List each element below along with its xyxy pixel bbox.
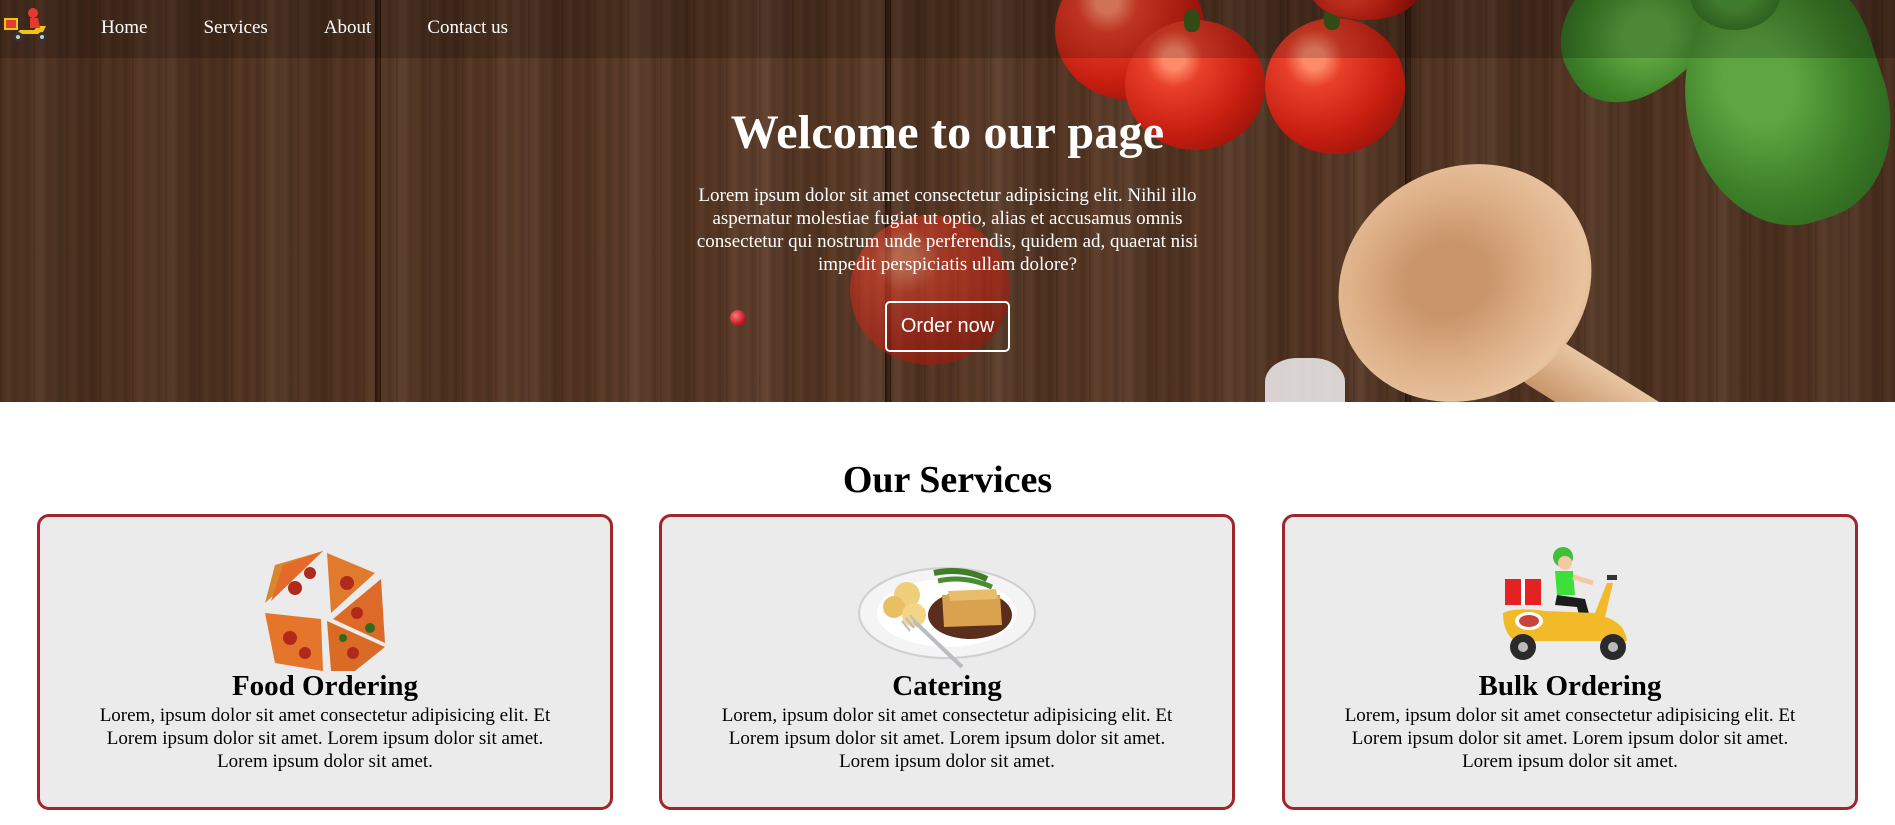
- service-card-text: Lorem, ipsum dolor sit amet consectetur …: [1344, 705, 1796, 772]
- hero-description: Lorem ipsum dolor sit amet consectetur a…: [696, 185, 1199, 275]
- services-cards: Food Ordering Lorem, ipsum dolor sit ame…: [37, 514, 1859, 810]
- catering-plate-image: [858, 567, 1036, 669]
- order-now-button[interactable]: Order now: [884, 301, 1011, 352]
- delivery-scooter-image: [1503, 547, 1627, 660]
- service-card-title: Catering: [892, 670, 1002, 702]
- pizza-slices-image: [265, 551, 385, 671]
- nav-links: Home Services About Contact us: [101, 0, 564, 55]
- service-card-bulk-ordering[interactable]: Bulk Ordering Lorem, ipsum dolor sit ame…: [1282, 514, 1858, 810]
- navbar: Home Services About Contact us: [0, 0, 1895, 58]
- service-card-text: Lorem, ipsum dolor sit amet consectetur …: [99, 705, 551, 772]
- service-card-title: Food Ordering: [231, 670, 419, 702]
- nav-link-contact[interactable]: Contact us: [427, 17, 508, 39]
- delivery-scooter-icon[interactable]: [2, 4, 54, 46]
- service-card-title: Bulk Ordering: [1478, 670, 1662, 702]
- nav-link-home[interactable]: Home: [101, 17, 147, 39]
- services-title: Our Services: [842, 459, 1053, 501]
- service-card-catering[interactable]: Catering Lorem, ipsum dolor sit amet con…: [659, 514, 1235, 810]
- service-card-text: Lorem, ipsum dolor sit amet consectetur …: [721, 705, 1173, 772]
- hero-title: Welcome to our page: [730, 106, 1165, 159]
- nav-link-about[interactable]: About: [324, 17, 372, 39]
- service-card-food-ordering[interactable]: Food Ordering Lorem, ipsum dolor sit ame…: [37, 514, 613, 810]
- hero-section: Home Services About Contact us Welcome t…: [0, 0, 1895, 402]
- hero-content: Welcome to our page Lorem ipsum dolor si…: [0, 100, 1895, 352]
- cloth-image: [1265, 358, 1345, 402]
- nav-link-services[interactable]: Services: [203, 17, 267, 39]
